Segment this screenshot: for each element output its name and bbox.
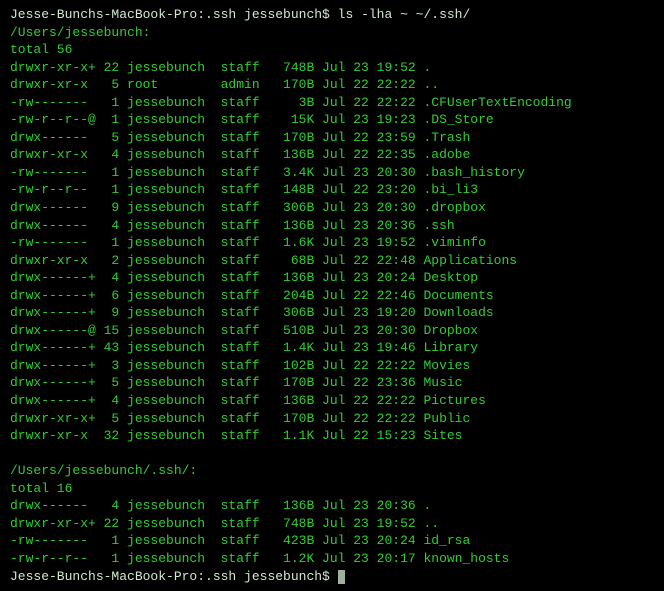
listing-row: drwx------+ 4 jessebunch staff 136B Jul … (10, 269, 654, 287)
listing-row: -rw------- 1 jessebunch staff 423B Jul 2… (10, 532, 654, 550)
listing-row: -rw-r--r-- 1 jessebunch staff 1.2K Jul 2… (10, 550, 654, 568)
listing-row: -rw-r--r-- 1 jessebunch staff 148B Jul 2… (10, 181, 654, 199)
listing-row: drwx------+ 5 jessebunch staff 170B Jul … (10, 374, 654, 392)
prompt-line: Jesse-Bunchs-MacBook-Pro:.ssh jessebunch… (10, 6, 654, 24)
listing-row: drwxr-xr-x+ 5 jessebunch staff 170B Jul … (10, 410, 654, 428)
total-line: total 56 (10, 41, 654, 59)
listing-row: drwxr-xr-x 32 jessebunch staff 1.1K Jul … (10, 427, 654, 445)
cursor-block (338, 570, 345, 584)
listing-row: drwxr-xr-x 2 jessebunch staff 68B Jul 22… (10, 252, 654, 270)
command-text: ls -lha ~ ~/.ssh/ (330, 7, 470, 22)
listing-row: -rw------- 1 jessebunch staff 3B Jul 22 … (10, 94, 654, 112)
listing-row: drwx------+ 6 jessebunch staff 204B Jul … (10, 287, 654, 305)
listing-row: drwx------+ 9 jessebunch staff 306B Jul … (10, 304, 654, 322)
terminal-window[interactable]: Jesse-Bunchs-MacBook-Pro:.ssh jessebunch… (10, 6, 654, 585)
blank-line (10, 445, 654, 463)
listing-row: drwxr-xr-x 4 jessebunch staff 136B Jul 2… (10, 146, 654, 164)
listing-row: drwx------ 4 jessebunch staff 136B Jul 2… (10, 217, 654, 235)
listing-row: drwx------@ 15 jessebunch staff 510B Jul… (10, 322, 654, 340)
listing-row: -rw------- 1 jessebunch staff 3.4K Jul 2… (10, 164, 654, 182)
command-input[interactable] (330, 569, 338, 584)
section-header: /Users/jessebunch/.ssh/: (10, 462, 654, 480)
listing-row: drwxr-xr-x 5 root admin 170B Jul 22 22:2… (10, 76, 654, 94)
section-header: /Users/jessebunch: (10, 24, 654, 42)
listing-row: drwx------ 9 jessebunch staff 306B Jul 2… (10, 199, 654, 217)
listing-row: -rw-r--r--@ 1 jessebunch staff 15K Jul 2… (10, 111, 654, 129)
prompt-line[interactable]: Jesse-Bunchs-MacBook-Pro:.ssh jessebunch… (10, 568, 654, 586)
total-line: total 16 (10, 480, 654, 498)
listing-row: -rw------- 1 jessebunch staff 1.6K Jul 2… (10, 234, 654, 252)
listing-row: drwxr-xr-x+ 22 jessebunch staff 748B Jul… (10, 515, 654, 533)
listing-row: drwx------ 4 jessebunch staff 136B Jul 2… (10, 497, 654, 515)
listing-row: drwxr-xr-x+ 22 jessebunch staff 748B Jul… (10, 59, 654, 77)
listing-row: drwx------ 5 jessebunch staff 170B Jul 2… (10, 129, 654, 147)
prompt-host: Jesse-Bunchs-MacBook-Pro:.ssh jessebunch… (10, 7, 330, 22)
listing-row: drwx------+ 4 jessebunch staff 136B Jul … (10, 392, 654, 410)
prompt-host: Jesse-Bunchs-MacBook-Pro:.ssh jessebunch… (10, 569, 330, 584)
listing-row: drwx------+ 43 jessebunch staff 1.4K Jul… (10, 339, 654, 357)
listing-row: drwx------+ 3 jessebunch staff 102B Jul … (10, 357, 654, 375)
